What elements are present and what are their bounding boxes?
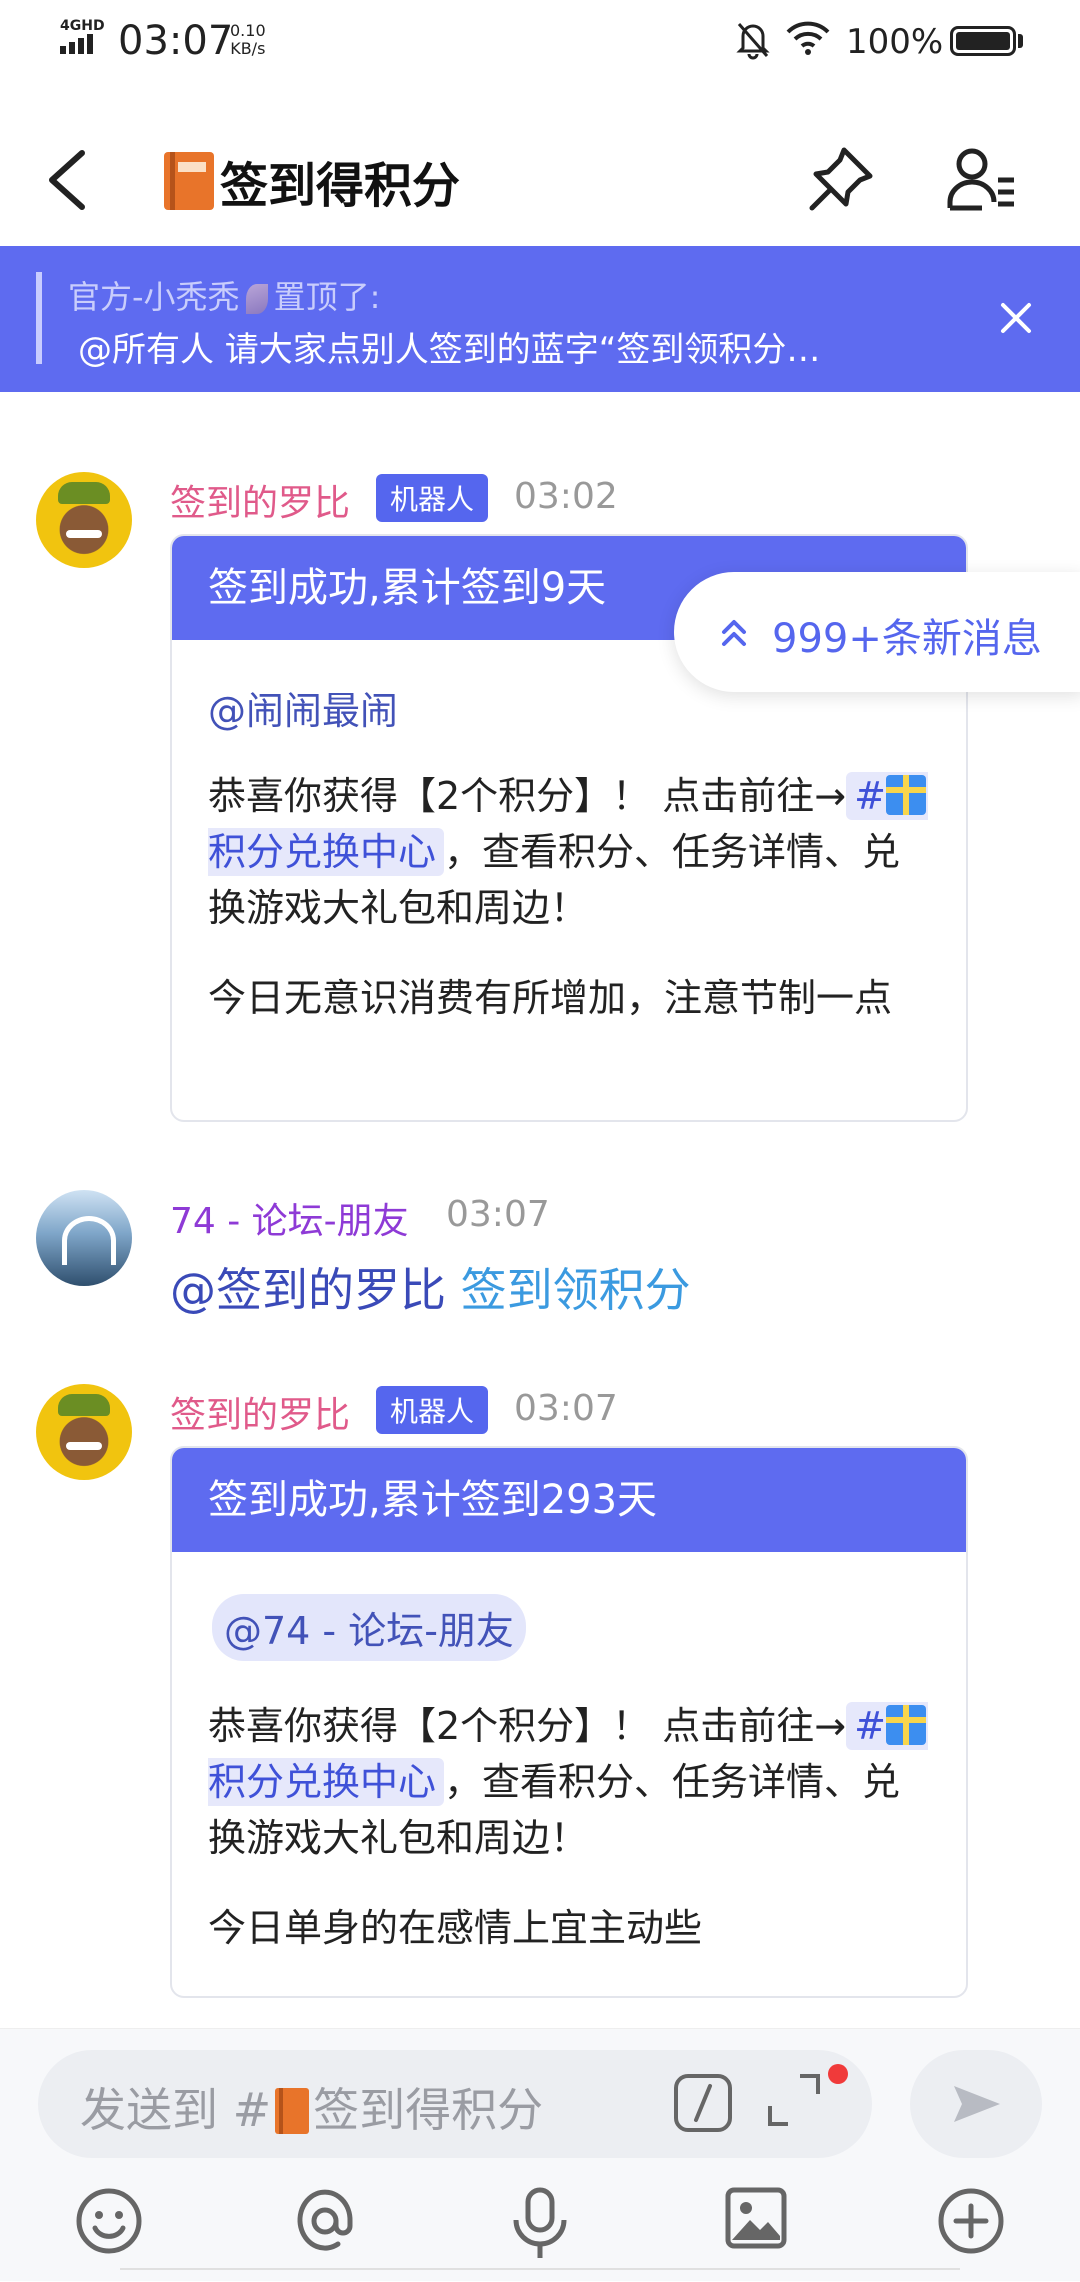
book-emoji-icon (275, 2088, 310, 2134)
sender-name[interactable]: 签到的罗比 (170, 474, 350, 526)
image-icon[interactable] (724, 2186, 788, 2254)
send-icon (952, 2082, 1002, 2130)
network-speed-value: 0.10 (230, 21, 266, 40)
microphone-icon[interactable] (508, 2186, 572, 2264)
expand-icon[interactable] (764, 2070, 824, 2134)
notification-dot (828, 2064, 848, 2084)
placeholder-channel: 签到得积分 (313, 2083, 544, 2137)
message-time: 03:02 (514, 476, 618, 517)
pinned-action: 置顶了: (273, 278, 381, 316)
emoji-icon[interactable] (74, 2186, 144, 2260)
card-mention[interactable]: @闹闹最闹 (208, 680, 398, 735)
pinned-message-text: @所有人 请大家点别人签到的蓝字“签到领积分… (78, 330, 821, 370)
network-type: 4GHD (60, 18, 105, 34)
double-chevron-up-icon (718, 616, 750, 652)
channel-hash: # (854, 774, 886, 818)
message-time: 03:07 (446, 1194, 550, 1235)
channel-hash: # (854, 1704, 886, 1748)
channel-name: 积分兑换中心 (208, 1760, 437, 1804)
mention-at-icon[interactable] (288, 2186, 362, 2260)
pinned-author-name: 官方-小秃秃 (68, 278, 240, 316)
network-speed: 0.10 KB/s (230, 22, 266, 58)
wifi-icon (786, 20, 830, 60)
card-fortune: 今日无意识消费有所增加，注意节制一点 (208, 976, 893, 1020)
channel-name: 积分兑换中心 (208, 830, 437, 874)
close-icon[interactable] (1000, 302, 1032, 338)
gift-icon (885, 775, 926, 815)
slash-command-icon[interactable] (672, 2072, 734, 2138)
avatar[interactable] (36, 472, 132, 568)
card-reward-text: 恭喜你获得【2个积分】！ 点击前往→ (208, 1704, 847, 1748)
back-arrow-icon[interactable] (42, 145, 92, 219)
network-speed-unit: KB/s (230, 39, 266, 58)
battery-icon (950, 26, 1016, 56)
battery-tip (1018, 34, 1023, 48)
book-emoji-icon (164, 152, 214, 210)
plus-circle-icon[interactable] (936, 2186, 1006, 2260)
mute-bell-icon (735, 20, 771, 64)
bot-badge: 机器人 (376, 1386, 489, 1434)
feather-icon (245, 284, 268, 314)
battery-percent: 100% (846, 22, 944, 62)
pinned-author: 官方-小秃秃 置顶了: (68, 272, 380, 318)
card-fortune: 今日单身的在感情上宜主动些 (208, 1906, 703, 1950)
signal-icon (60, 34, 96, 54)
avatar[interactable] (36, 1190, 132, 1286)
page-title: 签到得积分 (220, 158, 461, 214)
placeholder-prefix: 发送到 # (80, 2083, 272, 2137)
gift-icon (885, 1705, 926, 1745)
card-title: 签到成功,累计签到293天 (172, 1448, 966, 1552)
card-mention[interactable]: @74 - 论坛-朋友 (212, 1594, 526, 1661)
title-bar (0, 80, 1080, 246)
message-link[interactable]: 签到领积分 (461, 1263, 691, 1317)
message-text: @签到的罗比 签到领积分 (170, 1254, 691, 1320)
pinned-accent-bar (36, 272, 42, 364)
status-time: 03:07 (118, 18, 234, 64)
sender-name[interactable]: 签到的罗比 (170, 1386, 350, 1438)
mention[interactable]: @签到的罗比 (170, 1263, 446, 1317)
sender-name[interactable]: 74 - 论坛-朋友 (170, 1192, 409, 1244)
card-body: 恭喜你获得【2个积分】！ 点击前往→ #积分兑换中心 ，查看积分、任务详情、兑换游戏… (208, 768, 938, 936)
new-messages-label: 999+条新消息 (772, 616, 1042, 662)
bot-badge: 机器人 (376, 474, 489, 522)
message-time: 03:07 (514, 1388, 618, 1429)
members-list-icon[interactable] (946, 146, 1018, 216)
avatar[interactable] (36, 1384, 132, 1480)
pin-icon[interactable] (806, 144, 876, 218)
card-reward-text: 恭喜你获得【2个积分】！ 点击前往→ (208, 774, 847, 818)
card-body: 恭喜你获得【2个积分】！ 点击前往→ #积分兑换中心 ，查看积分、任务详情、兑换游戏… (208, 1698, 938, 1866)
input-placeholder: 发送到 # 签到得积分 (80, 2074, 543, 2140)
